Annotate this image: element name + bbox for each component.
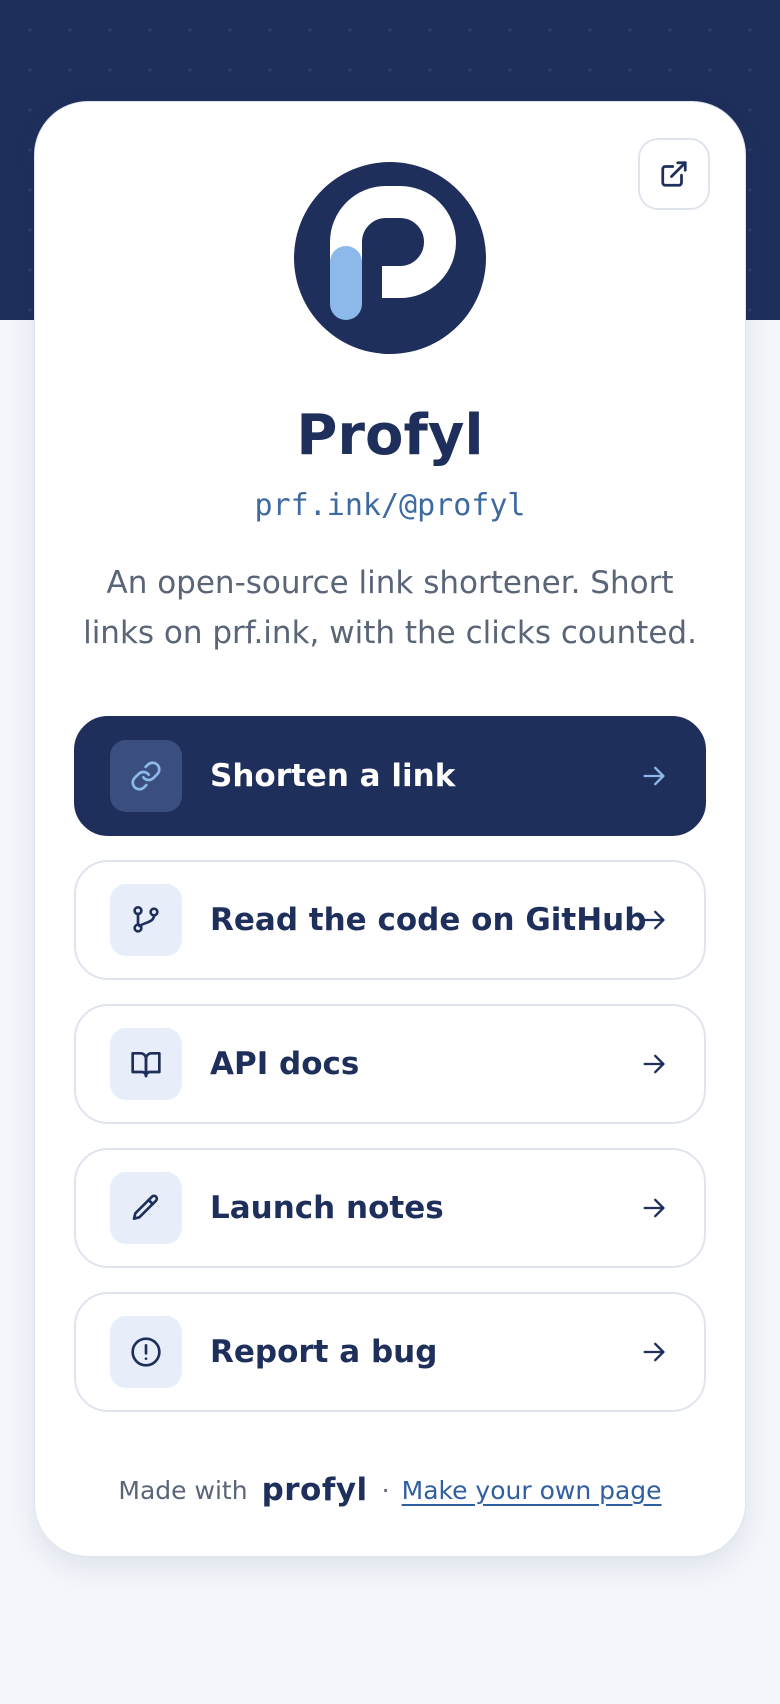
arrow-right-icon <box>643 1342 665 1362</box>
link-label: Launch notes <box>210 1190 444 1226</box>
link-icon-box <box>110 1316 182 1388</box>
profile-bio: An open-source link shortener. Short lin… <box>83 565 697 651</box>
link-icon-box <box>110 1028 182 1100</box>
link-icon <box>131 761 161 791</box>
link-label: Report a bug <box>210 1334 438 1370</box>
profyl-logo-icon <box>330 186 456 320</box>
footer-brand-logo[interactable]: profyl <box>262 1472 368 1508</box>
link-label: Shorten a link <box>210 758 456 794</box>
avatar <box>294 162 486 354</box>
make-own-page-link[interactable]: Make your own page <box>402 1476 662 1505</box>
alert-circle-icon <box>131 1337 161 1367</box>
footer-separator: · <box>381 1475 390 1505</box>
profile-name: Profyl <box>296 403 484 468</box>
link-label: API docs <box>210 1046 360 1082</box>
share-external-icon <box>661 161 687 187</box>
link-launch-notes[interactable]: Launch notes <box>74 1148 706 1268</box>
arrow-right-icon <box>643 1054 665 1074</box>
footer-made-with: Made with <box>118 1475 248 1505</box>
arrow-right-icon <box>643 1198 665 1218</box>
footer: Made with profyl · Make your own page <box>34 1468 746 1512</box>
link-api-docs[interactable]: API docs <box>74 1004 706 1124</box>
link-icon-box <box>110 740 182 812</box>
share-button[interactable] <box>638 138 710 210</box>
book-icon <box>131 1052 161 1078</box>
link-label: Read the code on GitHub <box>210 902 647 938</box>
profile-handle: prf.ink/@profyl <box>254 488 526 523</box>
git-branch-icon <box>133 906 159 933</box>
arrow-right-icon <box>643 766 665 786</box>
link-shorten[interactable]: Shorten a link <box>74 716 706 836</box>
pencil-icon <box>132 1194 159 1220</box>
link-icon-box <box>110 1172 182 1244</box>
link-icon-box <box>110 884 182 956</box>
link-github[interactable]: Read the code on GitHub <box>74 860 706 980</box>
link-report-bug[interactable]: Report a bug <box>74 1292 706 1412</box>
arrow-right-icon <box>643 910 665 930</box>
